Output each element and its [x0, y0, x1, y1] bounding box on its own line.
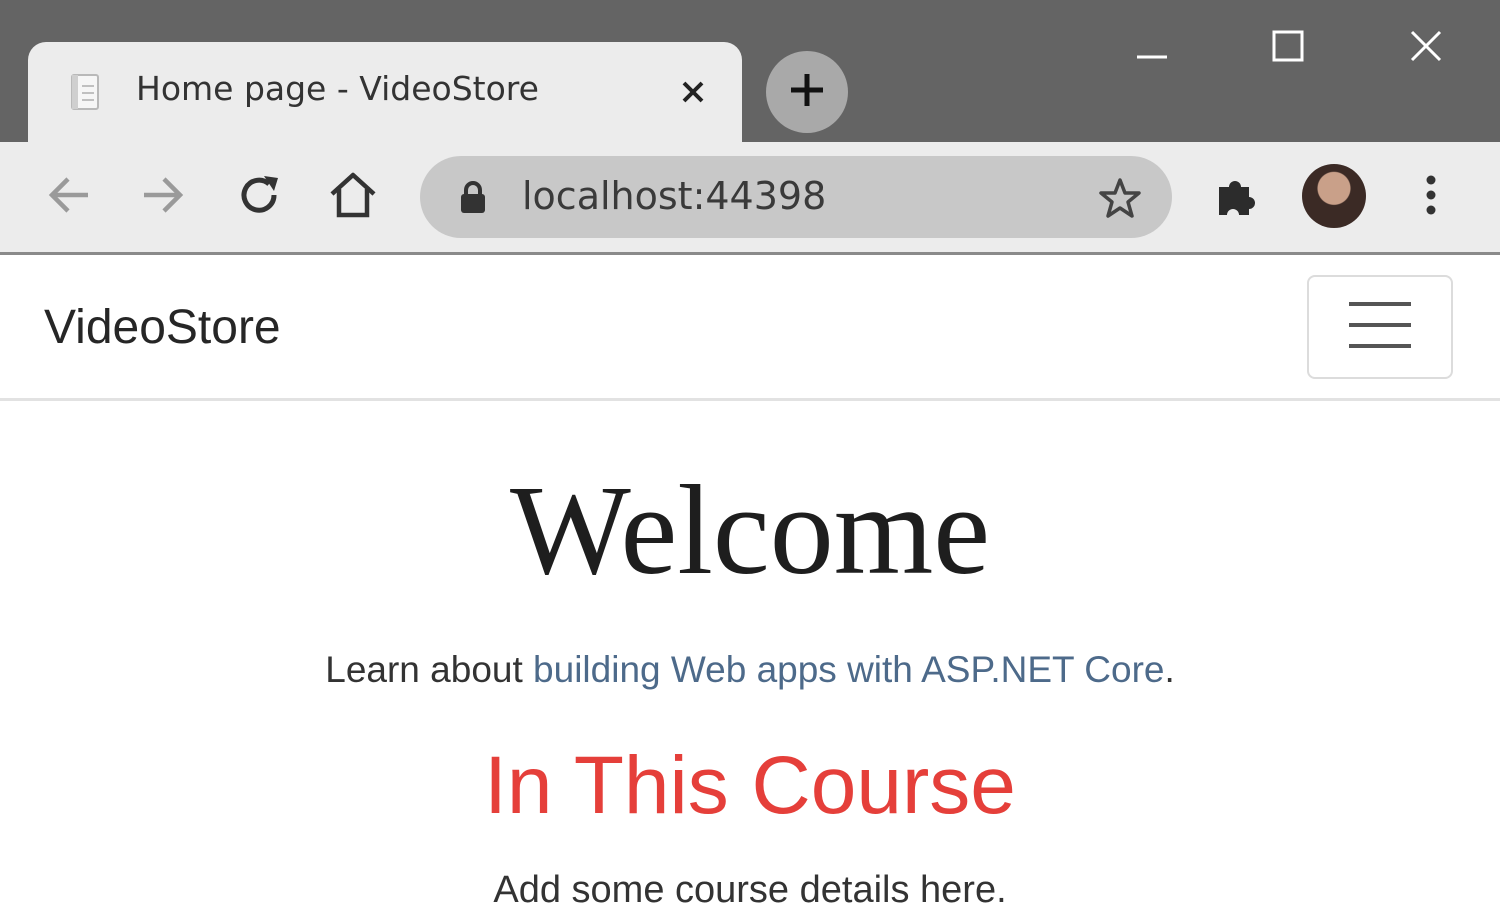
url-text[interactable]: localhost:44398 — [522, 174, 826, 218]
home-button[interactable] — [328, 172, 378, 222]
home-icon — [328, 170, 378, 224]
forward-arrow-icon — [140, 172, 186, 222]
close-icon — [1409, 29, 1443, 67]
tab-home-page[interactable]: Home page - VideoStore — [28, 42, 742, 142]
address-bar[interactable]: localhost:44398 — [420, 156, 1172, 238]
plus-icon — [787, 70, 827, 114]
brand-link[interactable]: VideoStore — [44, 300, 281, 355]
extensions-button[interactable] — [1212, 172, 1262, 222]
kebab-menu-icon — [1421, 172, 1441, 222]
back-button[interactable] — [44, 172, 94, 222]
new-tab-button[interactable] — [766, 51, 848, 133]
reload-icon — [236, 172, 282, 222]
browser-toolbar: localhost:44398 — [0, 142, 1500, 255]
hamburger-icon — [1347, 298, 1413, 356]
reload-button[interactable] — [234, 172, 284, 222]
welcome-heading: Welcome — [509, 459, 991, 601]
aspnet-docs-link[interactable]: building Web apps with ASP.NET Core — [533, 649, 1164, 690]
minimize-icon — [1135, 29, 1169, 67]
forward-button[interactable] — [138, 172, 188, 222]
browser-menu-button[interactable] — [1406, 172, 1456, 222]
main-content: Welcome Learn about building Web apps wi… — [0, 400, 1500, 912]
puzzle-icon — [1213, 171, 1261, 223]
site-navbar: VideoStore — [0, 255, 1500, 401]
page-icon — [66, 72, 106, 112]
maximize-button[interactable] — [1260, 22, 1316, 74]
avatar[interactable] — [1302, 164, 1366, 228]
browser-window: Home page - VideoStore localhost:44398 V… — [0, 0, 1500, 915]
learn-suffix: . — [1164, 648, 1175, 690]
lock-icon[interactable] — [458, 180, 488, 214]
star-icon[interactable] — [1098, 176, 1142, 220]
maximize-icon — [1271, 29, 1305, 67]
course-heading: In This Course — [484, 739, 1016, 831]
minimize-button[interactable] — [1124, 22, 1180, 74]
back-arrow-icon — [46, 172, 92, 222]
close-window-button[interactable] — [1398, 22, 1454, 74]
tab-strip: Home page - VideoStore — [0, 0, 1500, 142]
course-details: Add some course details here. — [493, 868, 1007, 911]
learn-prefix: Learn about — [325, 648, 534, 690]
learn-paragraph: Learn about building Web apps with ASP.N… — [0, 649, 1500, 691]
navbar-toggler-button[interactable] — [1307, 275, 1453, 379]
close-icon[interactable] — [676, 75, 710, 109]
tab-title: Home page - VideoStore — [136, 69, 539, 108]
